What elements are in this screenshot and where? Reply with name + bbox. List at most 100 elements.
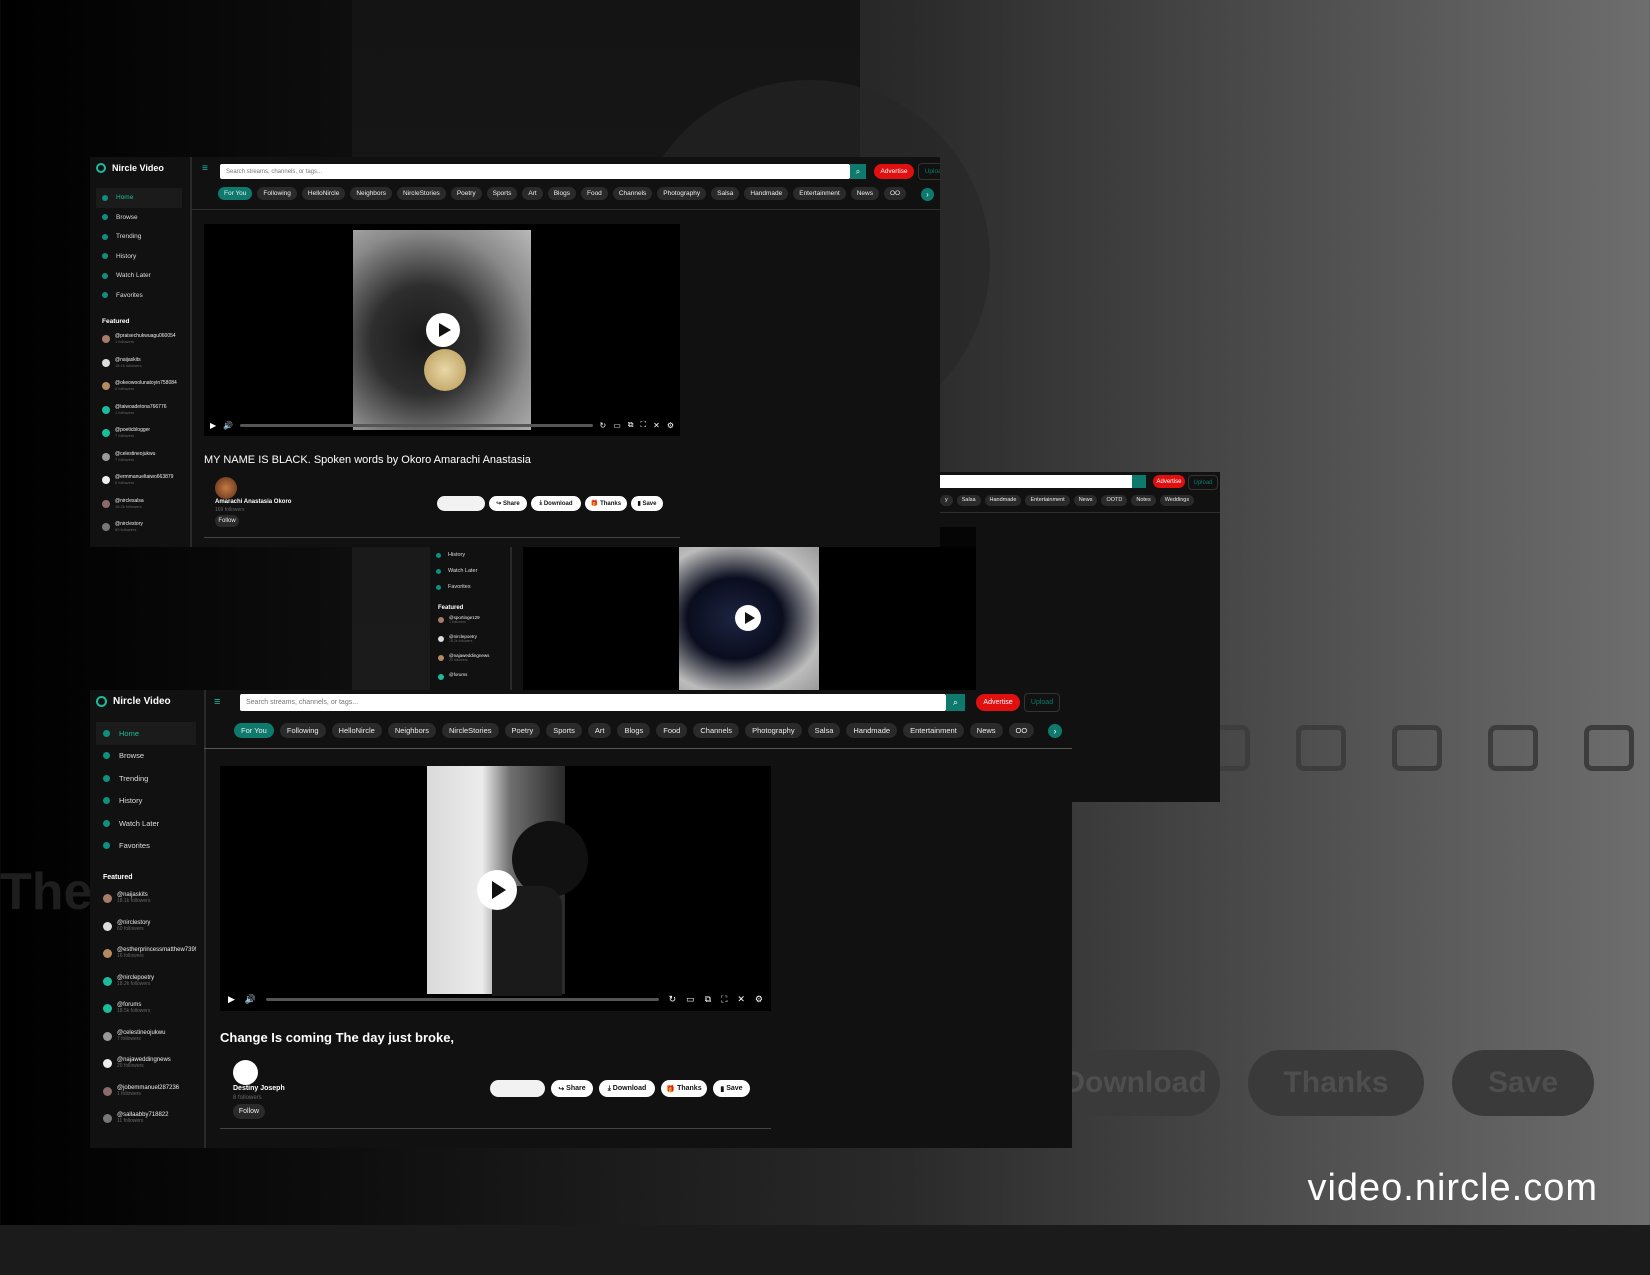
chip-poetry[interactable]: Poetry [450, 187, 482, 200]
sidebar-item-favorites[interactable]: Favorites [430, 579, 510, 595]
featured-channel[interactable]: @nirclepoetry 18.2k followers [103, 975, 196, 1003]
advertise-button[interactable]: Advertise [874, 164, 914, 179]
search-button[interactable]: ⌕ [946, 694, 965, 711]
chip-y[interactable]: y [940, 495, 953, 506]
sidebar-item-watch-later[interactable]: Watch Later [96, 812, 196, 835]
chip-following[interactable]: Following [257, 187, 297, 200]
chip-salsa[interactable]: Salsa [711, 187, 740, 200]
sidebar-item-browse[interactable]: Browse [96, 745, 196, 768]
video-player[interactable] [523, 547, 976, 690]
chip-news[interactable]: News [1073, 495, 1098, 506]
chip-for-you[interactable]: For You [234, 723, 274, 738]
search-input[interactable]: Search streams, channels, or tags... [240, 694, 946, 711]
chip-photography[interactable]: Photography [657, 187, 707, 200]
play-small-icon[interactable]: ▶ [210, 421, 216, 430]
featured-channel[interactable]: @nirclestory 60 followers [102, 521, 177, 545]
menu-icon[interactable]: ≡ [214, 696, 220, 708]
chip-oo[interactable]: OO [1008, 723, 1035, 738]
follow-button[interactable]: Follow [233, 1104, 265, 1119]
featured-channel[interactable]: @estherprincessmatthew739! 16 followers [103, 947, 196, 975]
sidebar-item-watch-later[interactable]: Watch Later [430, 563, 510, 579]
play-small-icon[interactable]: ▶ [228, 994, 235, 1005]
volume-icon[interactable]: 🔊 [245, 994, 256, 1005]
chip-following[interactable]: Following [279, 723, 326, 738]
channel-name[interactable]: Amarachi Anastasia Okoro [215, 499, 291, 505]
chips-next-icon[interactable]: › [1048, 724, 1062, 738]
featured-channel[interactable]: @okeowoolunatoyin758084 6 followers [102, 380, 177, 404]
pip-icon[interactable]: ⧉ [705, 994, 711, 1005]
chip-photography[interactable]: Photography [745, 723, 802, 738]
sidebar-item-home[interactable]: Home [96, 188, 182, 208]
video-player[interactable]: ▶ 🔊 ↻ ▭ ⧉ ⛶ ✕ ⚙ [220, 766, 771, 1011]
chip-poetry[interactable]: Poetry [504, 723, 541, 738]
chip-nirclestories[interactable]: NircleStories [442, 723, 499, 738]
chip-blogs[interactable]: Blogs [617, 723, 651, 738]
featured-channel[interactable]: @celestineojukwu 7 followers [102, 451, 177, 475]
advertise-button[interactable]: Advertise [976, 694, 1020, 711]
featured-channel[interactable]: @naijaskits 18.1k followers [102, 357, 177, 381]
chip-food[interactable]: Food [656, 723, 688, 738]
chip-hellonircle[interactable]: HelloNircle [331, 723, 382, 738]
advertise-button[interactable]: Advertise [1153, 475, 1185, 488]
sidebar-item-history[interactable]: History [96, 790, 196, 813]
chip-entertainment[interactable]: Entertainment [1025, 495, 1070, 506]
chip-channels[interactable]: Channels [612, 187, 653, 200]
featured-channel[interactable]: @praisechukwuagu060054 1 followers [102, 333, 177, 357]
sidebar-item-history[interactable]: History [96, 247, 182, 267]
settings-icon[interactable]: ⚙ [667, 421, 674, 430]
video-player[interactable]: ▶ 🔊 ↻ ▭ ⧉ ⛶ ✕ ⚙ [204, 224, 680, 436]
chip-sports[interactable]: Sports [546, 723, 582, 738]
chip-handmade[interactable]: Handmade [984, 495, 1022, 506]
chip-news[interactable]: News [850, 187, 879, 200]
featured-channel[interactable]: @nirclestory 60 followers [103, 920, 196, 948]
chip-handmade[interactable]: Handmade [744, 187, 789, 200]
sidebar-item-favorites[interactable]: Favorites [96, 286, 182, 306]
chip-channels[interactable]: Channels [693, 723, 740, 738]
sidebar-item-favorites[interactable]: Favorites [96, 835, 196, 858]
featured-channel[interactable]: @najaweddingnews 20 followers [438, 653, 489, 672]
upload-button[interactable]: Upload [1024, 693, 1060, 712]
chip-ootd[interactable]: OOTD [1101, 495, 1128, 506]
thanks-button[interactable]: 🎁 Thanks [661, 1080, 707, 1097]
search-button[interactable]: ⌕ [850, 164, 866, 179]
featured-channel[interactable]: @forums 18.5k followers [103, 1002, 196, 1030]
expand-icon[interactable]: ✕ [737, 994, 745, 1005]
upload-button[interactable]: Upload [1188, 475, 1218, 490]
replay-icon[interactable]: ↻ [669, 994, 677, 1005]
chip-food[interactable]: Food [580, 187, 608, 200]
chip-blogs[interactable]: Blogs [547, 187, 576, 200]
fullscreen-icon[interactable]: ⛶ [641, 420, 647, 430]
featured-channel[interactable]: @sportinge129 1 followers [438, 615, 489, 634]
featured-channel[interactable]: @najaweddingnews 20 followers [103, 1057, 196, 1085]
chip-news[interactable]: News [969, 723, 1003, 738]
logo[interactable]: Nircle Video [96, 163, 164, 173]
download-button[interactable]: ⤓ Download [531, 496, 581, 511]
channel-name[interactable]: Destiny Joseph [233, 1085, 285, 1092]
chip-oo[interactable]: OO [883, 187, 907, 200]
chip-hellonircle[interactable]: HelloNircle [301, 187, 346, 200]
cc-icon[interactable]: ▭ [613, 421, 621, 430]
chip-neighbors[interactable]: Neighbors [387, 723, 436, 738]
chip-nirclestories[interactable]: NircleStories [396, 187, 446, 200]
search-input[interactable] [940, 475, 1132, 488]
chip-notes[interactable]: Notes [1131, 495, 1156, 506]
featured-channel[interactable]: @naijaskits 18.1k followers [103, 892, 196, 920]
volume-icon[interactable]: 🔊 [223, 421, 233, 430]
menu-icon[interactable]: ≡ [202, 163, 208, 174]
chip-handmade[interactable]: Handmade [846, 723, 898, 738]
chip-entertainment[interactable]: Entertainment [903, 723, 964, 738]
play-icon[interactable] [735, 605, 761, 631]
featured-channel[interactable]: @celestineojukwu 7 followers [103, 1030, 196, 1058]
featured-channel[interactable]: @sallaabby718822 11 followers [103, 1112, 196, 1140]
save-button[interactable]: ▮ Save [631, 496, 663, 511]
sidebar-item-trending[interactable]: Trending [96, 767, 196, 790]
download-button[interactable]: ⤓ Download [599, 1080, 655, 1097]
sidebar-item-history[interactable]: History [430, 547, 510, 563]
search-input[interactable]: Search streams, channels, or tags... [220, 164, 850, 179]
like-button[interactable] [490, 1080, 545, 1097]
featured-channel[interactable]: @forums [438, 672, 489, 690]
play-icon[interactable] [426, 313, 460, 347]
progress-bar[interactable] [266, 997, 659, 1001]
share-button[interactable]: ↪ Share [551, 1080, 593, 1097]
channel-avatar[interactable] [233, 1060, 258, 1085]
